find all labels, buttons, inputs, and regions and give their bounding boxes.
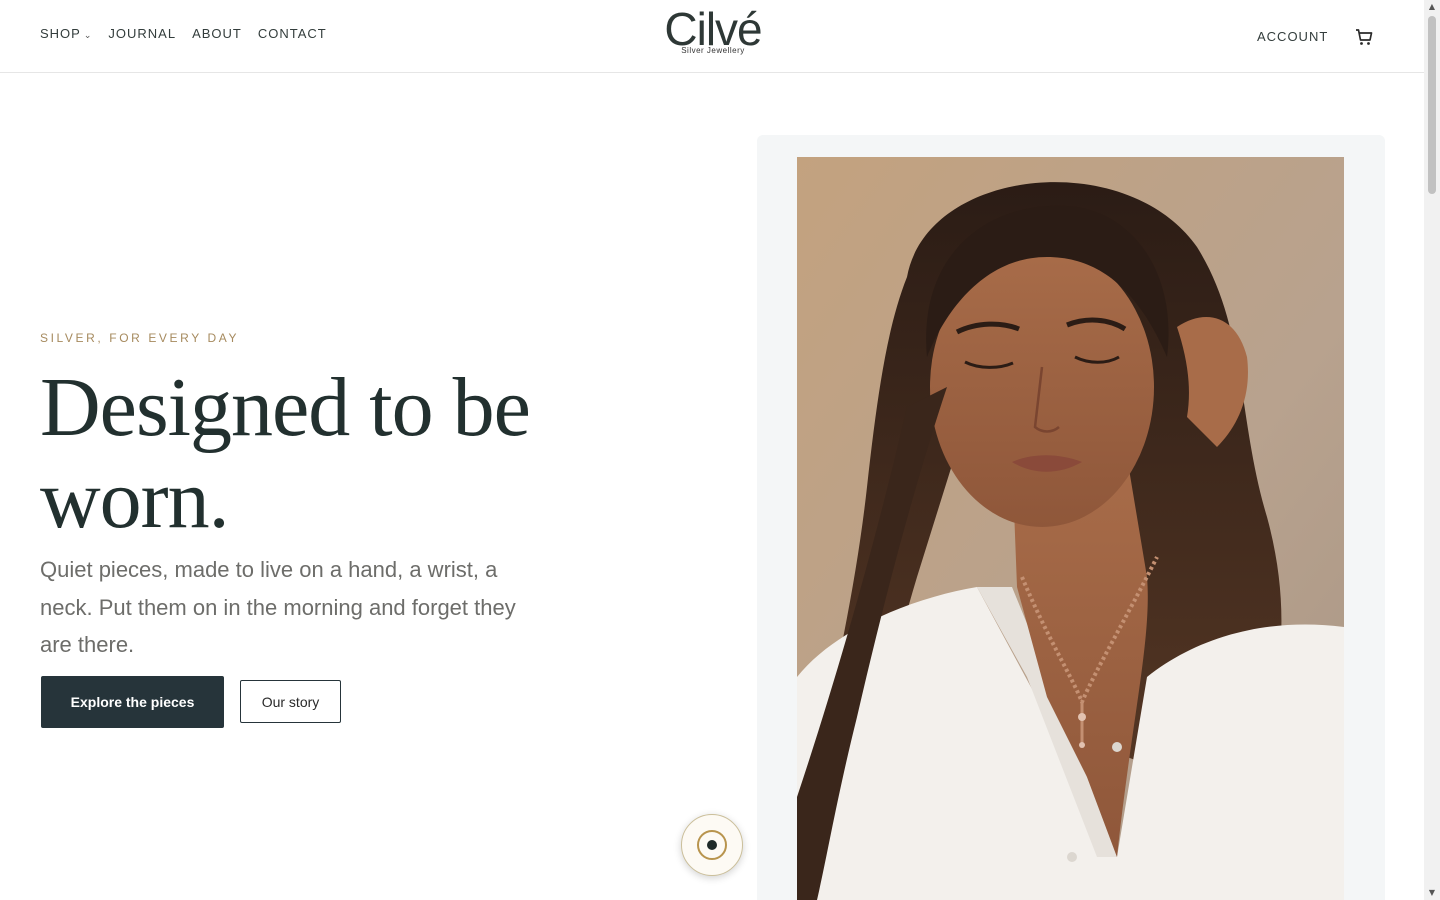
nav-journal[interactable]: JOURNAL bbox=[108, 26, 176, 41]
chevron-down-icon: ⌄ bbox=[83, 29, 93, 40]
hero-headline: Designed to be worn. bbox=[40, 361, 531, 546]
site-logo[interactable]: Cilvé Silver Jewellery bbox=[652, 6, 774, 55]
our-story-button[interactable]: Our story bbox=[240, 680, 341, 723]
cart-button[interactable] bbox=[1354, 27, 1374, 47]
main-nav: SHOP ⌄ JOURNAL ABOUT CONTACT bbox=[40, 26, 327, 41]
model-portrait-image bbox=[797, 157, 1344, 900]
hero-eyebrow: SILVER, FOR EVERY DAY bbox=[40, 331, 240, 345]
target-icon-dot bbox=[707, 840, 717, 850]
nav-contact[interactable]: CONTACT bbox=[258, 26, 327, 41]
scroll-down-arrow-icon[interactable]: ▼ bbox=[1424, 886, 1440, 900]
site-header: SHOP ⌄ JOURNAL ABOUT CONTACT Cilvé Silve… bbox=[0, 0, 1424, 73]
hero-image-panel bbox=[757, 135, 1385, 900]
scroll-up-arrow-icon[interactable]: ▲ bbox=[1424, 0, 1440, 14]
scrollbar-thumb[interactable] bbox=[1428, 16, 1436, 194]
page-scrollbar[interactable]: ▲ ▼ bbox=[1424, 0, 1440, 900]
account-link[interactable]: ACCOUNT bbox=[1257, 29, 1328, 44]
nav-shop[interactable]: SHOP ⌄ bbox=[40, 26, 92, 41]
explore-pieces-button[interactable]: Explore the pieces bbox=[41, 676, 224, 728]
cart-icon bbox=[1356, 29, 1373, 45]
floating-assistant-button[interactable] bbox=[681, 814, 743, 876]
nav-about[interactable]: ABOUT bbox=[192, 26, 242, 41]
nav-shop-label: SHOP bbox=[40, 26, 81, 41]
hero-lede: Quiet pieces, made to live on a hand, a … bbox=[40, 557, 516, 657]
hero-photo bbox=[797, 157, 1344, 900]
